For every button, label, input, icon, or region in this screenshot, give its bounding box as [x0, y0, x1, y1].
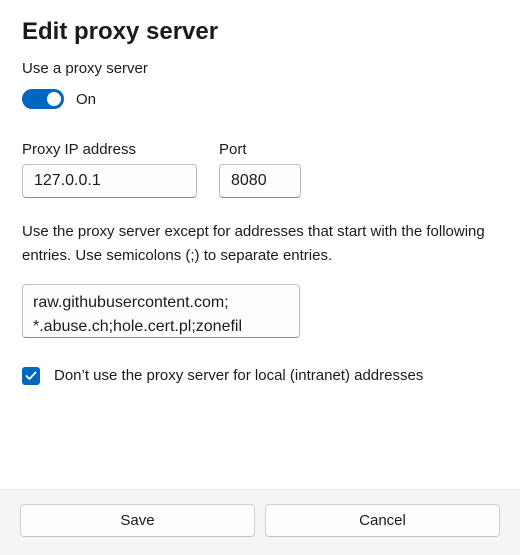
exceptions-help-text: Use the proxy server except for addresse…: [22, 220, 498, 268]
local-bypass-label: Don’t use the proxy server for local (in…: [54, 364, 423, 389]
port-label: Port: [219, 141, 301, 158]
exceptions-value: raw.githubusercontent.com; *.abuse.ch;ho…: [33, 291, 289, 338]
dialog-footer: Save Cancel: [0, 489, 520, 555]
proxy-port-input[interactable]: [219, 164, 301, 198]
local-bypass-checkbox[interactable]: [22, 367, 40, 385]
page-title: Edit proxy server: [22, 18, 498, 46]
cancel-button[interactable]: Cancel: [265, 504, 500, 537]
use-proxy-toggle[interactable]: [22, 89, 64, 109]
exceptions-input[interactable]: raw.githubusercontent.com; *.abuse.ch;ho…: [22, 284, 300, 338]
save-button[interactable]: Save: [20, 504, 255, 537]
ip-label: Proxy IP address: [22, 141, 197, 158]
toggle-knob: [47, 92, 61, 106]
checkmark-icon: [24, 369, 38, 383]
proxy-ip-input[interactable]: [22, 164, 197, 198]
use-proxy-label: Use a proxy server: [22, 60, 498, 77]
toggle-state-label: On: [76, 91, 96, 108]
